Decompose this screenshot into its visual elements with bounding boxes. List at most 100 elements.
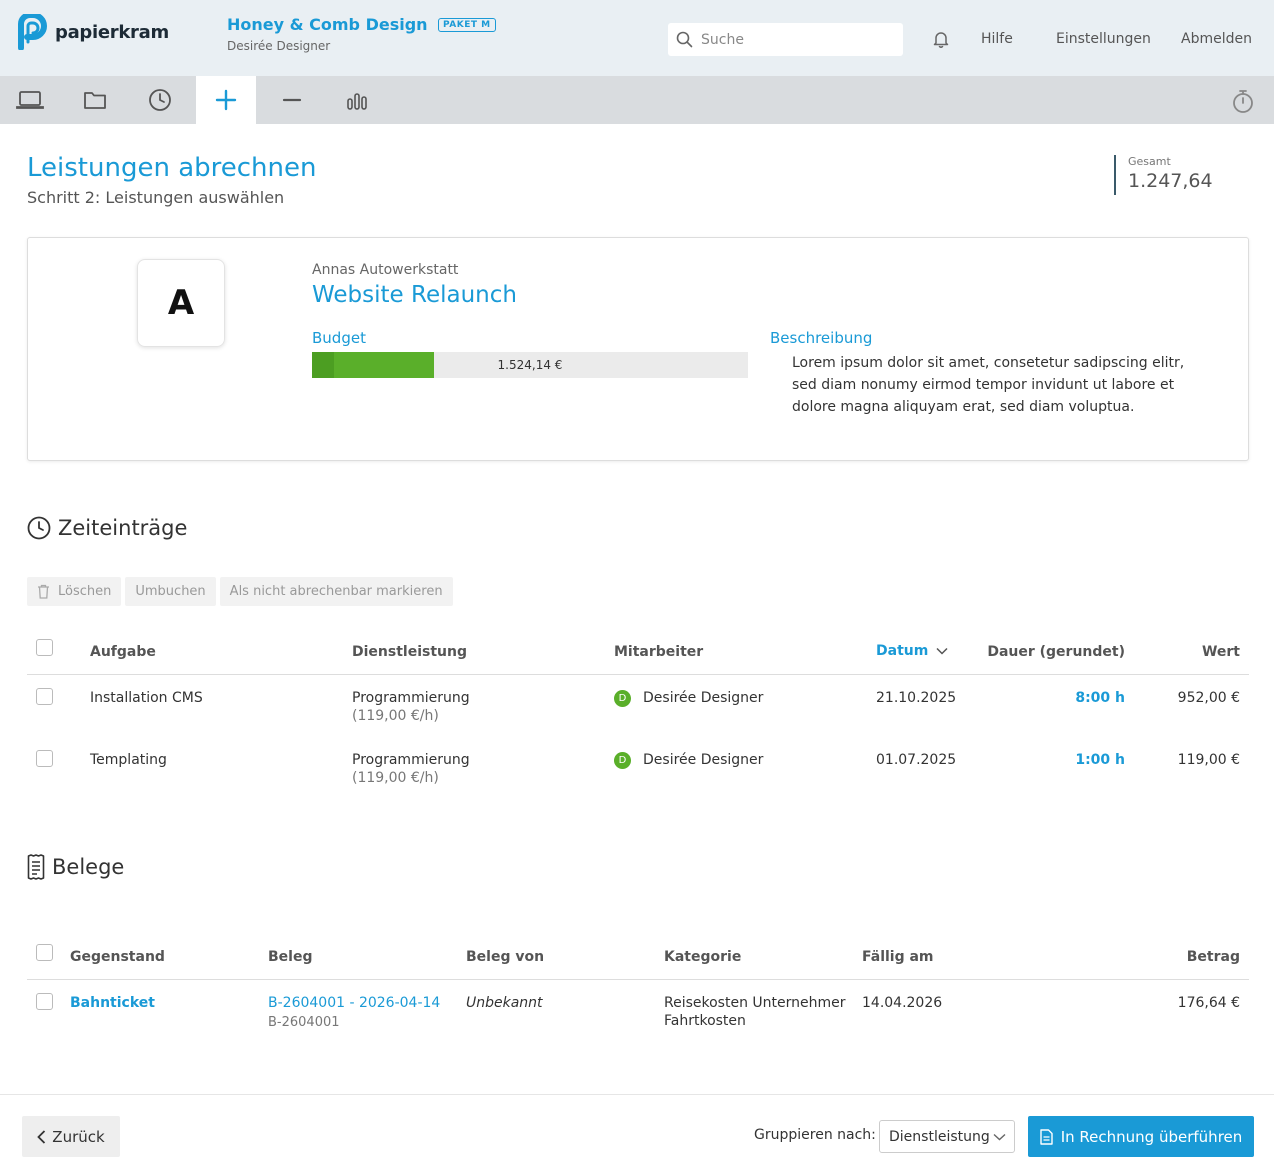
settings-link[interactable]: Einstellungen [1056, 31, 1151, 47]
column-header-service[interactable]: Dienstleistung [352, 644, 467, 660]
column-header-duration[interactable]: Dauer (gerundet) [960, 644, 1125, 660]
logo[interactable]: papierkram [15, 14, 169, 50]
chevron-down-icon [993, 1133, 1006, 1141]
nav-tab-documents[interactable] [65, 76, 125, 124]
employee-avatar: D [614, 690, 631, 707]
column-header-receipt-from[interactable]: Beleg von [466, 949, 544, 965]
nav-tab-time[interactable] [130, 76, 190, 124]
column-header-category[interactable]: Kategorie [664, 949, 741, 965]
column-header-value[interactable]: Wert [1140, 644, 1240, 660]
rebook-label: Umbuchen [135, 584, 206, 599]
item-link[interactable]: Bahnticket [70, 994, 155, 1012]
bell-icon[interactable] [932, 30, 950, 48]
total-summary: Gesamt 1.247,64 [1114, 155, 1213, 195]
category-cell: Reisekosten Unternehmer [664, 995, 846, 1011]
receipt-icon [27, 854, 45, 880]
company-switcher[interactable]: Honey & Comb Design PAKET M Desirée Desi… [227, 15, 496, 53]
logout-link[interactable]: Abmelden [1181, 31, 1252, 47]
nav-tab-income[interactable] [196, 76, 256, 124]
back-button[interactable]: Zurück [22, 1116, 120, 1157]
budget-progress-bar: 1.524,14 € [312, 352, 748, 378]
group-by-value: Dienstleistung [889, 1128, 990, 1145]
select-all-time-entries-checkbox[interactable] [36, 639, 53, 656]
rate-cell: (119,00 €/h) [352, 770, 439, 786]
search-box[interactable] [668, 23, 903, 56]
budget-value: 1.524,14 € [497, 358, 563, 372]
service-cell: Programmierung [352, 752, 470, 768]
total-label: Gesamt [1128, 155, 1171, 168]
column-header-amount[interactable]: Betrag [1140, 949, 1240, 965]
plus-icon [215, 89, 237, 111]
employee-cell: D Desirée Designer [614, 751, 763, 769]
row-checkbox[interactable] [36, 688, 53, 705]
employee-name: Desirée Designer [643, 752, 764, 768]
trash-icon [38, 584, 49, 599]
top-header: papierkram Honey & Comb Design PAKET M D… [0, 0, 1274, 76]
search-input[interactable] [701, 31, 891, 48]
nav-tab-dashboard[interactable] [0, 76, 60, 124]
create-invoice-button[interactable]: In Rechnung überführen [1028, 1116, 1254, 1157]
mark-unbillable-button[interactable]: Als nicht abrechenbar markieren [219, 577, 453, 606]
clock-icon [27, 516, 51, 540]
time-entries-title: Zeiteinträge [58, 516, 188, 540]
footer-divider [0, 1094, 1274, 1095]
column-header-employee[interactable]: Mitarbeiter [614, 644, 703, 660]
rebook-button[interactable]: Umbuchen [125, 577, 216, 606]
plan-badge: PAKET M [438, 18, 496, 32]
stopwatch-icon[interactable] [1230, 88, 1256, 114]
group-by-label: Gruppieren nach: [754, 1127, 876, 1143]
column-header-due[interactable]: Fällig am [862, 949, 934, 965]
column-header-receipt[interactable]: Beleg [268, 949, 312, 965]
employee-name: Desirée Designer [643, 690, 764, 706]
project-description: Lorem ipsum dolor sit amet, consetetur s… [792, 355, 1185, 415]
papierkram-logo-icon [18, 14, 47, 50]
client-avatar: A [137, 259, 225, 347]
subcategory-cell: Fahrtkosten [664, 1013, 746, 1029]
service-cell: Programmierung [352, 690, 470, 706]
minus-icon [282, 98, 302, 102]
value-cell: 952,00 € [1177, 690, 1240, 706]
due-date-cell: 14.04.2026 [862, 995, 943, 1011]
nav-tab-reports[interactable] [327, 76, 387, 124]
company-name[interactable]: Honey & Comb Design [227, 15, 428, 34]
description-label: Beschreibung [770, 329, 873, 347]
delete-label: Löschen [58, 584, 112, 599]
duration-link[interactable]: 8:00 h [1000, 689, 1125, 707]
time-entries-heading: Zeiteinträge [27, 516, 187, 540]
nav-tab-expenses[interactable] [262, 76, 322, 124]
task-cell: Installation CMS [90, 690, 203, 706]
select-all-receipts-checkbox[interactable] [36, 944, 53, 961]
search-icon [676, 31, 693, 48]
group-by-select[interactable]: Dienstleistung [879, 1120, 1015, 1153]
column-header-item[interactable]: Gegenstand [70, 949, 165, 965]
row-checkbox[interactable] [36, 750, 53, 767]
logo-text: papierkram [55, 21, 169, 43]
table-divider [27, 674, 1249, 675]
rate-cell: (119,00 €/h) [352, 708, 439, 724]
delete-button[interactable]: Löschen [27, 577, 122, 606]
bar-chart-icon [347, 93, 367, 110]
total-value: 1.247,64 [1128, 170, 1213, 192]
back-label: Zurück [52, 1127, 105, 1146]
clock-icon [149, 89, 171, 111]
column-header-date[interactable]: Datum [876, 643, 948, 659]
row-checkbox[interactable] [36, 993, 53, 1010]
chevron-down-icon [936, 647, 948, 655]
mark-unbillable-label: Als nicht abrechenbar markieren [229, 584, 443, 599]
project-card: A Annas Autowerkstatt Website Relaunch B… [27, 237, 1249, 461]
table-divider [27, 979, 1249, 980]
task-cell: Templating [90, 752, 167, 768]
date-cell: 21.10.2025 [876, 690, 957, 706]
duration-link[interactable]: 1:00 h [1000, 751, 1125, 769]
receipt-link[interactable]: B-2604001 - 2026-04-14 [268, 994, 440, 1012]
page-title: Leistungen abrechnen [27, 153, 317, 183]
document-icon [1040, 1128, 1053, 1145]
chevron-left-icon [37, 1129, 46, 1144]
main-nav [0, 76, 1274, 124]
receipt-number: B-2604001 [268, 1015, 340, 1030]
project-name[interactable]: Website Relaunch [312, 282, 517, 308]
column-header-task[interactable]: Aufgabe [90, 644, 156, 660]
receipts-heading: Belege [27, 854, 124, 880]
help-link[interactable]: Hilfe [981, 31, 1013, 47]
employee-avatar: D [614, 752, 631, 769]
